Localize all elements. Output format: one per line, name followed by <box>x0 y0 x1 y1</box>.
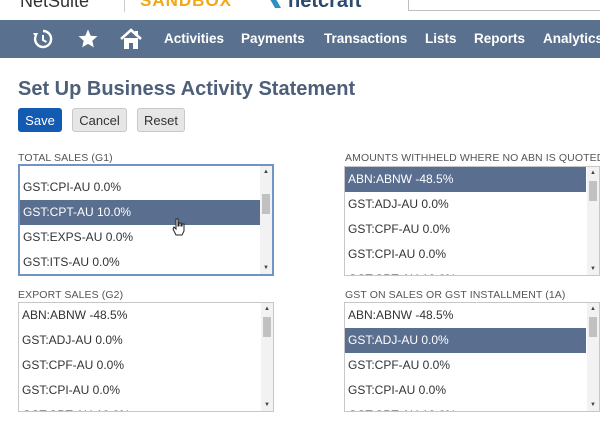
export-sales-label: EXPORT SALES (G2) <box>18 289 124 301</box>
star-icon[interactable] <box>76 20 100 58</box>
scroll-down-icon[interactable]: ▼ <box>587 399 599 411</box>
scrollbar[interactable]: ▲ ▼ <box>587 303 599 411</box>
list-option[interactable]: GST:CPT-AU 10.0% <box>345 267 586 275</box>
save-button[interactable]: Save <box>18 108 62 132</box>
scrollbar-thumb[interactable] <box>262 194 270 214</box>
gst-on-sales-listbox[interactable]: ABN:ABNW -48.5% GST:ADJ-AU 0.0% GST:CPF-… <box>344 302 600 412</box>
scrollbar[interactable]: ▲ ▼ <box>261 303 273 411</box>
list-option[interactable]: ABN:ABNW -48.5% <box>345 303 586 328</box>
main-navigation: Activities Payments Transactions Lists R… <box>0 20 600 58</box>
nav-analytics[interactable]: Analytics <box>543 20 600 58</box>
cancel-button[interactable]: Cancel <box>72 108 127 132</box>
list-option[interactable]: GST:CPI-AU 0.0% <box>20 175 262 200</box>
scroll-down-icon[interactable]: ▼ <box>587 263 599 275</box>
list-option[interactable]: GST:CPI-AU 0.0% <box>345 378 586 403</box>
scroll-up-icon[interactable]: ▲ <box>261 303 273 315</box>
company-logo: netcraft <box>266 0 361 13</box>
scrollbar[interactable]: ▲ ▼ <box>260 166 272 274</box>
scroll-up-icon[interactable]: ▲ <box>260 166 272 178</box>
nav-reports[interactable]: Reports <box>474 20 525 58</box>
scroll-up-icon[interactable]: ▲ <box>587 303 599 315</box>
scrollbar-thumb[interactable] <box>589 181 597 201</box>
total-sales-listbox[interactable]: GST:CPI-AU 0.0% GST:CPT-AU 10.0% GST:EXP… <box>18 164 274 276</box>
logo-divider <box>124 0 125 12</box>
total-sales-label: TOTAL SALES (G1) <box>18 152 113 164</box>
list-option[interactable]: GST:ADJ-AU 0.0% <box>19 328 260 353</box>
nav-transactions[interactable]: Transactions <box>324 20 407 58</box>
scrollbar[interactable]: ▲ ▼ <box>587 167 599 275</box>
list-option[interactable]: GST:EXPS-AU 0.0% <box>20 225 262 250</box>
brand-bar: NetSuite SANDBOX netcraft <box>0 0 600 20</box>
sandbox-badge: SANDBOX <box>140 0 233 10</box>
list-option[interactable]: ABN:ABNW -48.5% <box>19 303 260 328</box>
nav-lists[interactable]: Lists <box>425 20 457 58</box>
scrollbar-thumb[interactable] <box>263 317 271 337</box>
list-option[interactable]: GST:ADJ-AU 0.0% <box>345 192 586 217</box>
list-option-selected[interactable]: ABN:ABNW -48.5% <box>345 167 586 192</box>
amounts-withheld-label: AMOUNTS WITHHELD WHERE NO ABN IS QUOTED <box>345 152 600 164</box>
list-option[interactable]: GST:CPF-AU 0.0% <box>19 353 260 378</box>
export-sales-listbox[interactable]: ABN:ABNW -48.5% GST:ADJ-AU 0.0% GST:CPF-… <box>18 302 274 412</box>
reset-button[interactable]: Reset <box>137 108 185 132</box>
scroll-down-icon[interactable]: ▼ <box>261 399 273 411</box>
company-name: netcraft <box>288 0 362 12</box>
scrollbar-thumb[interactable] <box>589 317 597 337</box>
global-search-input[interactable] <box>408 0 600 11</box>
list-option[interactable]: GST:CPI-AU 0.0% <box>19 378 260 403</box>
scroll-down-icon[interactable]: ▼ <box>260 262 272 274</box>
list-option[interactable]: GST:CPT-AU 10.0% <box>345 403 586 411</box>
list-option[interactable]: GST:CPF-AU 0.0% <box>345 217 586 242</box>
recent-history-icon[interactable] <box>30 20 56 58</box>
list-option[interactable]: GST:CPI-AU 0.0% <box>345 242 586 267</box>
nav-payments[interactable]: Payments <box>241 20 305 58</box>
list-option[interactable]: GST:ITS-AU 0.0% <box>20 250 262 274</box>
list-option-selected[interactable]: GST:CPT-AU 10.0% <box>20 200 262 225</box>
scroll-up-icon[interactable]: ▲ <box>587 167 599 179</box>
home-icon[interactable] <box>118 20 144 58</box>
gst-on-sales-label: GST ON SALES OR GST INSTALLMENT (1A) <box>345 289 566 301</box>
nav-activities[interactable]: Activities <box>164 20 224 58</box>
list-option-selected[interactable]: GST:ADJ-AU 0.0% <box>345 328 586 353</box>
list-option[interactable]: GST:CPT-AU 10.0% <box>19 403 260 411</box>
amounts-withheld-listbox[interactable]: ABN:ABNW -48.5% GST:ADJ-AU 0.0% GST:CPF-… <box>344 166 600 276</box>
page-title: Set Up Business Activity Statement <box>18 78 356 100</box>
list-option[interactable]: GST:CPF-AU 0.0% <box>345 353 586 378</box>
hand-cursor-icon <box>172 218 185 236</box>
netsuite-logo[interactable]: NetSuite <box>20 0 89 12</box>
